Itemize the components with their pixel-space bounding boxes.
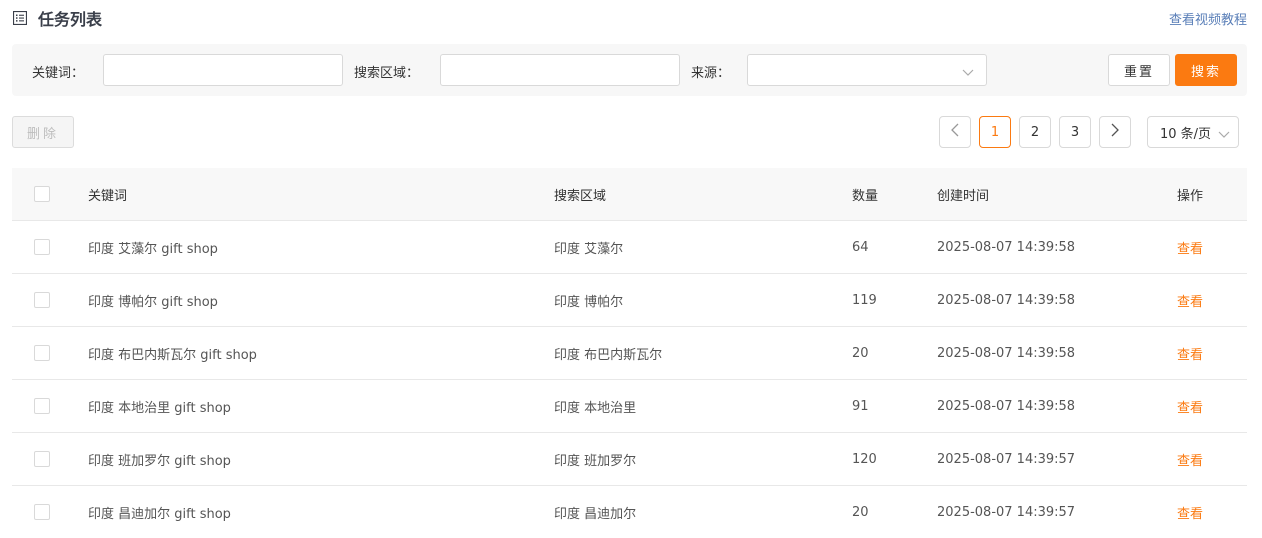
delete-button[interactable]: 删除 [12,116,74,148]
column-header-time: 创建时间 [937,188,990,204]
search-button[interactable]: 搜索 [1175,54,1237,86]
cell-keyword: 印度 班加罗尔 gift shop [88,453,231,469]
cell-time: 2025-08-07 14:39:58 [937,398,1076,414]
cell-keyword: 印度 博帕尔 gift shop [88,294,218,310]
cell-keyword: 印度 昌迪加尔 gift shop [88,506,231,522]
row-checkbox[interactable] [34,345,50,361]
cell-area: 印度 本地治里 [554,400,637,416]
page-size-select[interactable]: 10 条/页 [1147,116,1239,148]
cell-keyword: 印度 本地治里 gift shop [88,400,231,416]
cell-time: 2025-08-07 14:39:58 [937,239,1076,255]
column-header-op: 操作 [1177,188,1204,204]
list-icon [12,10,28,26]
cell-qty: 20 [852,345,869,361]
keyword-label: 关键词： [32,66,85,81]
cell-time: 2025-08-07 14:39:58 [937,345,1076,361]
prev-page-button[interactable] [939,116,971,148]
cell-keyword: 印度 布巴内斯瓦尔 gift shop [88,347,257,363]
filter-bar: 关键词： 搜索区域： 来源： 重置 搜索 [12,44,1247,96]
table-row: 印度 博帕尔 gift shop 印度 博帕尔 119 2025-08-07 14:3… [12,274,1247,327]
view-link[interactable]: 查看 [1177,274,1203,326]
cell-area: 印度 昌迪加尔 [554,506,637,522]
view-link[interactable]: 查看 [1177,221,1203,273]
column-header-keyword: 关键词 [88,188,128,204]
cell-qty: 120 [852,451,877,467]
search-area-label: 搜索区域： [354,66,420,81]
page-header: 任务列表 查看视频教程 [12,6,1247,30]
column-header-qty: 数量 [852,188,879,204]
cell-area: 印度 艾藻尔 [554,241,624,257]
view-link[interactable]: 查看 [1177,327,1203,379]
cell-qty: 64 [852,239,869,255]
cell-area: 印度 博帕尔 [554,294,624,310]
search-area-input[interactable] [440,54,680,86]
select-all-checkbox[interactable] [34,186,50,202]
next-page-button[interactable] [1099,116,1131,148]
chevron-down-icon [1218,128,1230,143]
source-select[interactable] [747,54,987,86]
page-1-button[interactable]: 1 [979,116,1011,148]
cell-keyword: 印度 艾藻尔 gift shop [88,241,218,257]
table-row: 印度 布巴内斯瓦尔 gift shop 印度 布巴内斯瓦尔 20 2025-08-07… [12,327,1247,380]
reset-button[interactable]: 重置 [1108,54,1170,86]
table-row: 印度 班加罗尔 gift shop 印度 班加罗尔 120 2025-08-07 14… [12,433,1247,486]
cell-area: 印度 布巴内斯瓦尔 [554,347,663,363]
row-checkbox[interactable] [34,398,50,414]
column-header-area: 搜索区域 [554,188,607,204]
row-checkbox[interactable] [34,504,50,520]
task-table: 关键词 搜索区域 数量 创建时间 操作 印度 艾藻尔 gift shop 印度 艾… [12,168,1247,538]
video-tutorial-link[interactable]: 查看视频教程 [1169,9,1247,28]
cell-time: 2025-08-07 14:39:57 [937,504,1076,520]
cell-area: 印度 班加罗尔 [554,453,637,469]
keyword-input[interactable] [103,54,343,86]
row-checkbox[interactable] [34,239,50,255]
cell-qty: 20 [852,504,869,520]
page-title: 任务列表 [38,10,103,29]
cell-qty: 91 [852,398,869,414]
cell-time: 2025-08-07 14:39:58 [937,292,1076,308]
table-row: 印度 艾藻尔 gift shop 印度 艾藻尔 64 2025-08-07 14:39… [12,221,1247,274]
table-row: 印度 昌迪加尔 gift shop 印度 昌迪加尔 20 2025-08-07 14:… [12,486,1247,538]
page-size-value: 10 条/页 [1160,126,1212,142]
table-body: 印度 艾藻尔 gift shop 印度 艾藻尔 64 2025-08-07 14:39… [12,221,1247,538]
row-checkbox[interactable] [34,451,50,467]
table-header: 关键词 搜索区域 数量 创建时间 操作 [12,168,1247,221]
page-2-button[interactable]: 2 [1019,116,1051,148]
chevron-down-icon [962,66,974,81]
row-checkbox[interactable] [34,292,50,308]
view-link[interactable]: 查看 [1177,486,1203,538]
cell-qty: 119 [852,292,877,308]
cell-time: 2025-08-07 14:39:57 [937,451,1076,467]
chevron-left-icon [950,123,960,141]
chevron-right-icon [1110,123,1120,141]
page-3-button[interactable]: 3 [1059,116,1091,148]
source-label: 来源： [691,66,731,81]
table-row: 印度 本地治里 gift shop 印度 本地治里 91 2025-08-07 14:… [12,380,1247,433]
view-link[interactable]: 查看 [1177,433,1203,485]
view-link[interactable]: 查看 [1177,380,1203,432]
